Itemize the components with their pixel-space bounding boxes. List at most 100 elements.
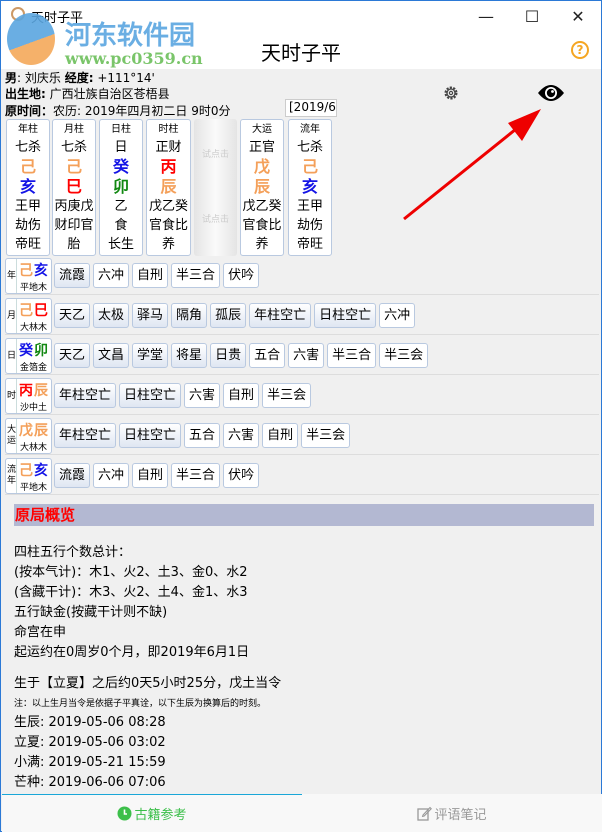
- minimize-button[interactable]: —: [463, 1, 509, 31]
- relation-button[interactable]: 伏吟: [223, 263, 260, 288]
- gender-label: 男: [5, 71, 18, 85]
- hidden-stem-gods: 劫伤: [296, 218, 323, 233]
- tab-notes[interactable]: 评语笔记: [302, 794, 602, 832]
- shensha-button[interactable]: 天乙: [54, 343, 91, 368]
- relation-button[interactable]: 五合: [249, 343, 286, 368]
- season-line: 生于【立夏】之后约0天5小时25分，戊土当令: [14, 676, 282, 691]
- overview-line: 起运约在0周岁0个月，即2019年6月1日: [14, 645, 250, 660]
- relation-button[interactable]: 自刑: [262, 423, 299, 448]
- relation-key: 日: [7, 339, 17, 373]
- relation-row: 流年 己亥 平地木 流霞 六冲 自刑 半三合 伏吟: [5, 457, 599, 495]
- earthly-branch: 辰: [34, 423, 49, 439]
- relation-button[interactable]: 半三会: [301, 423, 351, 448]
- shensha-button[interactable]: 流霞: [54, 463, 91, 488]
- relation-label-box[interactable]: 月己巳 大林木: [5, 298, 52, 334]
- ten-god: 正财: [155, 140, 182, 155]
- relation-key: 月: [7, 299, 17, 333]
- close-button[interactable]: ✕: [555, 1, 601, 31]
- pillar-header: 时柱: [158, 124, 179, 135]
- tag-list: 年柱空亡 日柱空亡 五合 六害 自刑 半三会: [54, 423, 351, 448]
- relation-button[interactable]: 六害: [288, 343, 325, 368]
- info-line-3: 原时间：农历: 2019年四月初二日 9时0分: [5, 102, 231, 119]
- hidden-stem-gods: 官食比: [242, 218, 282, 233]
- date-input[interactable]: [2019/6: [285, 99, 337, 117]
- shensha-button[interactable]: 驿马: [132, 303, 169, 328]
- solar-term-time: 芒种: 2019-06-06 07:06: [14, 775, 166, 790]
- relation-button[interactable]: 半三会: [379, 343, 429, 368]
- nayin: 平地木: [20, 283, 48, 293]
- relation-button[interactable]: 六冲: [93, 463, 130, 488]
- pillar-card[interactable]: 月柱 七杀己巳丙庚戊 财印官胎: [52, 119, 96, 256]
- earthly-branch: 卯: [34, 343, 49, 359]
- tap-hint-top: 试点击: [201, 150, 229, 160]
- overview-line: (含藏干计)：木3、火2、土4、金1、水3: [14, 585, 248, 600]
- relation-row: 日癸卯 金箔金 天乙 文昌 学堂 将星 日贵 五合 六害 半三合 半三会: [5, 337, 599, 375]
- red-arrow-annotation: [403, 109, 541, 221]
- tap-hint-panel[interactable]: 试点击 试点击: [194, 119, 237, 256]
- shensha-button[interactable]: 年柱空亡: [249, 303, 312, 328]
- shensha-button[interactable]: 日贵: [210, 343, 247, 368]
- pillar-card[interactable]: 年柱 七杀己亥王甲 劫伤 帝旺: [6, 119, 50, 256]
- heavenly-stem: 己: [19, 157, 36, 176]
- shensha-button[interactable]: 日柱空亡: [314, 303, 377, 328]
- shensha-button[interactable]: 将星: [171, 343, 208, 368]
- relation-button[interactable]: 六冲: [379, 303, 416, 328]
- shensha-button[interactable]: 孤辰: [210, 303, 247, 328]
- heavenly-stem: 己: [19, 463, 34, 479]
- shensha-button[interactable]: 流霞: [54, 263, 91, 288]
- maximize-button[interactable]: ☐: [509, 1, 555, 31]
- pillar-header: 年柱: [18, 124, 38, 135]
- relation-label-box[interactable]: 年己亥 平地木: [5, 258, 52, 294]
- shensha-button[interactable]: 隔角: [171, 303, 208, 328]
- relation-label-box[interactable]: 日癸卯 金箔金: [5, 338, 52, 374]
- birthplace-value: 广西壮族自治区苍梧县: [45, 87, 170, 101]
- relation-key: 时: [7, 379, 17, 413]
- relation-button[interactable]: 六害: [223, 423, 260, 448]
- shensha-button[interactable]: 天乙: [54, 303, 91, 328]
- heavenly-stem: 丙: [19, 383, 34, 399]
- bottom-tab-bar: 古籍参考 评语笔记: [2, 794, 602, 832]
- pillar-card[interactable]: 大运 正官戊辰戊乙癸 官食比养: [240, 119, 284, 256]
- life-stage: 帝旺: [14, 237, 41, 252]
- relation-button[interactable]: 六害: [184, 383, 221, 408]
- tag-list: 流霞 六冲 自刑 半三合 伏吟: [54, 263, 260, 288]
- relation-button[interactable]: 伏吟: [223, 463, 260, 488]
- relation-label-box[interactable]: 时丙辰 沙中土: [5, 378, 52, 414]
- pillar-card[interactable]: 流年 七杀己亥王甲 劫伤 帝旺: [288, 119, 332, 256]
- pillar-card[interactable]: 时柱 正财丙辰戊乙癸 官食比养: [146, 119, 191, 256]
- relation-button[interactable]: 半三合: [171, 263, 221, 288]
- time-label: 原时间：: [5, 104, 54, 118]
- tab-label: 评语笔记: [434, 807, 487, 823]
- relation-button[interactable]: 自刑: [223, 383, 260, 408]
- shensha-button[interactable]: 学堂: [132, 343, 169, 368]
- eye-icon[interactable]: [537, 83, 565, 103]
- relation-row: 大运 戊辰 大林木 年柱空亡 日柱空亡 五合 六害 自刑 半三会: [5, 417, 599, 455]
- overview-line: 五行缺金(按藏干计则不缺): [14, 605, 168, 620]
- relation-button[interactable]: 五合: [184, 423, 221, 448]
- title-bar: 天时子平 — ☐ ✕ 河东软件园 www.pc0359.cn 天时子平 ?: [1, 1, 601, 69]
- shensha-button[interactable]: 日柱空亡: [119, 383, 182, 408]
- relation-label-box[interactable]: 大运 戊辰 大林木: [5, 418, 52, 454]
- gear-icon[interactable]: [443, 85, 459, 101]
- hidden-stems: 王甲: [296, 199, 323, 214]
- hidden-stems: 王甲: [14, 199, 41, 214]
- relation-button[interactable]: 半三合: [171, 463, 221, 488]
- shensha-button[interactable]: 年柱空亡: [54, 383, 117, 408]
- relation-button[interactable]: 半三会: [262, 383, 312, 408]
- relation-button[interactable]: 六冲: [93, 263, 130, 288]
- relation-button[interactable]: 自刑: [132, 463, 169, 488]
- shensha-button[interactable]: 年柱空亡: [54, 423, 117, 448]
- relation-label-box[interactable]: 流年 己亥 平地木: [5, 458, 52, 494]
- relation-button[interactable]: 半三合: [327, 343, 377, 368]
- app-window: 天时子平 — ☐ ✕ 河东软件园 www.pc0359.cn 天时子平 ? 男:…: [0, 0, 602, 832]
- relation-button[interactable]: 自刑: [132, 263, 169, 288]
- relation-key: 大运: [7, 419, 17, 453]
- shensha-button[interactable]: 文昌: [93, 343, 130, 368]
- shensha-button[interactable]: 太极: [93, 303, 130, 328]
- heavenly-stem: 己: [19, 263, 34, 279]
- help-circle-icon[interactable]: ?: [571, 41, 589, 59]
- solar-term-time: 小满: 2019-05-21 15:59: [14, 755, 166, 770]
- tab-classics[interactable]: 古籍参考: [2, 794, 302, 832]
- shensha-button[interactable]: 日柱空亡: [119, 423, 182, 448]
- pillar-card[interactable]: 日柱日癸卯乙食长生: [99, 119, 143, 256]
